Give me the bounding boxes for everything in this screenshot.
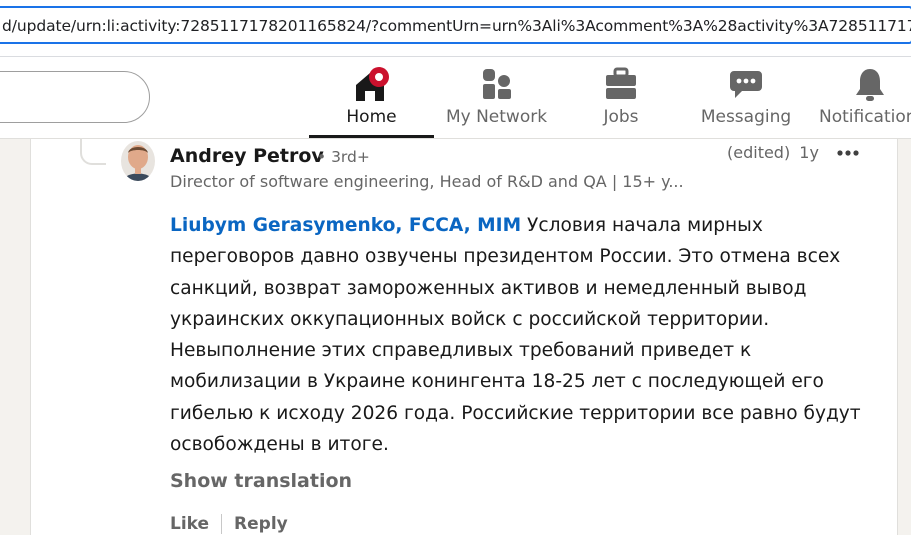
url-input[interactable]: d/update/urn:li:activity:728511717820116…	[0, 6, 911, 44]
action-divider	[221, 514, 223, 534]
nav-messaging[interactable]: Messaging	[690, 57, 802, 137]
nav-my-network[interactable]: My Network	[434, 57, 559, 137]
url-text: d/update/urn:li:activity:728511717820116…	[2, 17, 911, 35]
active-indicator	[309, 135, 434, 138]
nav-notifications[interactable]: Notifications	[818, 57, 911, 137]
people-icon	[480, 67, 514, 105]
author-headline: Director of software engineering, Head o…	[170, 172, 684, 191]
global-nav: Home My Network Jobs Messaging Notificat…	[0, 57, 911, 139]
nav-home[interactable]: Home	[309, 57, 434, 138]
briefcase-icon	[604, 67, 638, 105]
page: d/update/urn:li:activity:728511717820116…	[0, 0, 911, 535]
browser-address-bar: d/update/urn:li:activity:728511717820116…	[0, 0, 911, 57]
chat-bubble-icon	[728, 67, 764, 105]
comment-actions: Like Reply	[170, 514, 288, 535]
comment-meta: (edited) 1y	[727, 143, 819, 162]
nav-jobs[interactable]: Jobs	[569, 57, 673, 137]
nav-jobs-label: Jobs	[603, 107, 639, 127]
thread-connector	[80, 139, 106, 165]
avatar[interactable]	[121, 141, 155, 181]
comment-time: 1y	[799, 143, 819, 162]
nav-notifications-label: Notifications	[819, 107, 911, 127]
search-input[interactable]	[0, 71, 150, 123]
nav-my-network-label: My Network	[445, 107, 548, 127]
edited-label: (edited)	[727, 143, 791, 162]
bell-icon	[853, 67, 887, 107]
comment-author-name[interactable]: Andrey Petrov	[170, 145, 324, 167]
ellipsis-icon	[837, 150, 859, 156]
nav-messaging-label: Messaging	[700, 107, 792, 127]
like-button[interactable]: Like	[170, 514, 209, 534]
show-translation-button[interactable]: Show translation	[170, 470, 352, 492]
more-options-button[interactable]	[834, 143, 862, 163]
comment-body-text: Условия начала мирных переговоров давно …	[170, 215, 861, 456]
reply-button[interactable]: Reply	[234, 514, 288, 534]
comment-text: Liubym Gerasymenko, FCCA, MIM Условия на…	[170, 210, 880, 460]
home-icon	[350, 67, 394, 107]
nav-home-label: Home	[346, 107, 397, 127]
mention-link[interactable]: Liubym Gerasymenko, FCCA, MIM	[170, 215, 521, 236]
connection-degree: • 3rd+	[317, 148, 370, 166]
